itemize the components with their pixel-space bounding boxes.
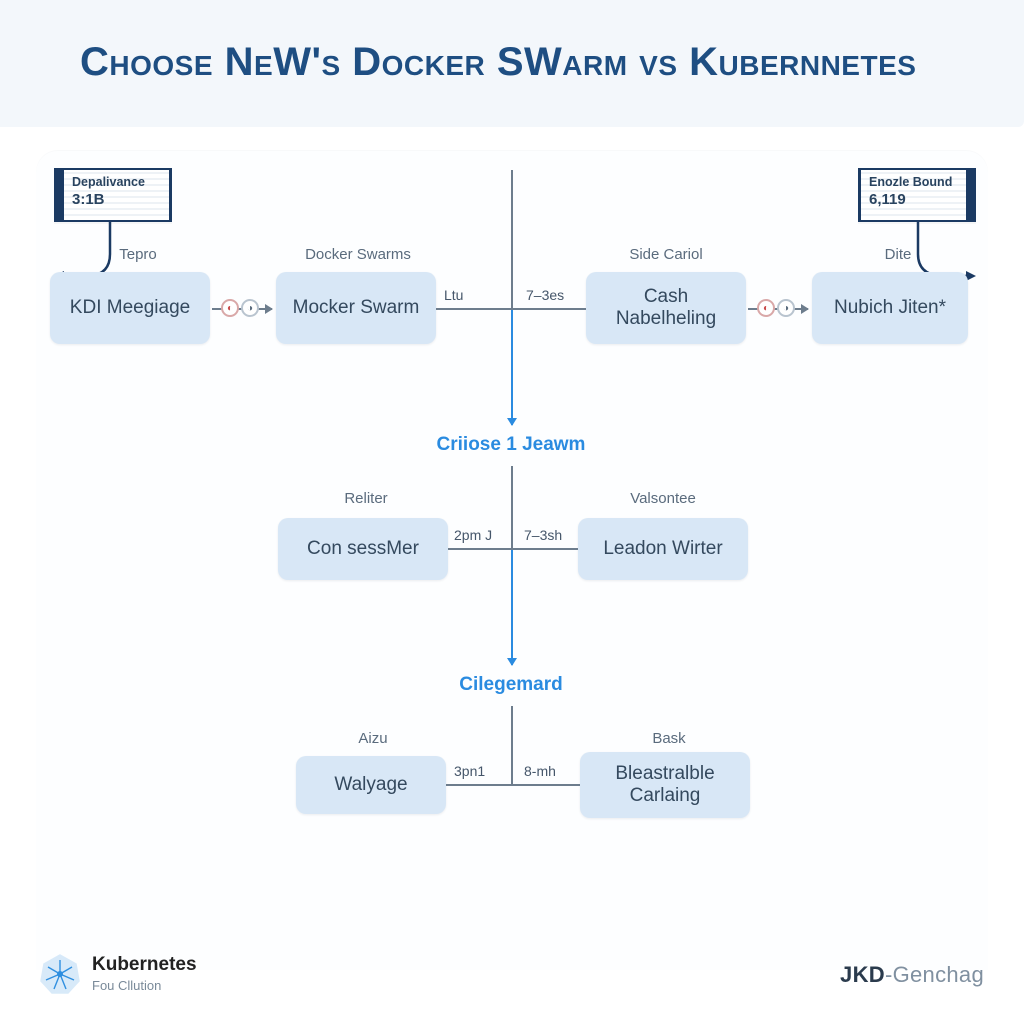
spine-arrow-1 — [511, 310, 513, 425]
spine-top — [511, 170, 513, 308]
caption-3-2: Bask — [584, 730, 754, 747]
icon-pair-right: ◐◑ — [756, 296, 796, 320]
edge-ltu: Ltu — [444, 287, 463, 303]
diagram-canvas: Depalivance 3:1B Enozle Bound 6,119 Tepr… — [0, 150, 1024, 930]
node-cash: Cash Nabelheling — [586, 272, 746, 344]
caption-1-1: Tepro — [78, 246, 198, 263]
footer-right-bold: JKD — [840, 962, 885, 987]
node-leadon: Leadon Wirter — [578, 518, 748, 580]
footer-brand-sub: Fou Cllution — [92, 978, 161, 993]
edge-73sh: 7–3sh — [524, 527, 562, 543]
row3-mid-line — [446, 784, 580, 786]
node-con-sessmer: Con sessMer — [278, 518, 448, 580]
section-2: Cilegemard — [411, 674, 611, 696]
title-band: Choose NeW's Docker SWarm vs Kubernnetes — [0, 0, 1024, 127]
section-1: Criiose 1 Jeawm — [411, 434, 611, 456]
node-mocker-swarm: Mocker Swarm — [276, 272, 436, 344]
footer-right-sep: - — [885, 962, 893, 987]
spine-arrow-2 — [511, 550, 513, 665]
page: Choose NeW's Docker SWarm vs Kubernnetes… — [0, 0, 1024, 1024]
footer-brand-name: Kubernetes — [92, 954, 197, 976]
edge-73es: 7–3es — [526, 287, 564, 303]
footer: Kubernetes Fou Cllution JKD-Genchag — [0, 948, 1024, 1008]
icon-pair-left: ◐◑ — [220, 296, 260, 320]
tag-left: Depalivance 3:1B — [54, 168, 172, 222]
caption-1-2: Docker Swarms — [268, 246, 448, 263]
edge-3pn1: 3pn1 — [454, 763, 485, 779]
tag-right-value: 6,119 — [869, 191, 958, 208]
caption-3-1: Aizu — [298, 730, 448, 747]
row2-mid-line — [448, 548, 578, 550]
caption-1-4: Dite — [838, 246, 958, 263]
spine-mid1 — [511, 466, 513, 548]
caption-2-2: Valsontee — [578, 490, 748, 507]
tag-right-label: Enozle Bound — [869, 175, 958, 189]
node-nubich: Nubich Jiten* — [812, 272, 968, 344]
node-kdi: KDI Meegiage — [50, 272, 210, 344]
spine-mid2 — [511, 706, 513, 784]
edge-2pmj: 2pm J — [454, 527, 492, 543]
tag-left-label: Depalivance — [72, 175, 161, 189]
tag-left-value: 3:1B — [72, 191, 161, 208]
page-title: Choose NeW's Docker SWarm vs Kubernnetes — [80, 40, 974, 85]
caption-1-3: Side Cariol — [576, 246, 756, 263]
footer-right-brand: JKD-Genchag — [840, 962, 984, 988]
caption-2-1: Reliter — [286, 490, 446, 507]
kubernetes-icon — [38, 952, 82, 996]
node-walyage: Walyage — [296, 756, 446, 814]
node-bleastralble: Bleastralble Carlaing — [580, 752, 750, 818]
footer-right-light: Genchag — [893, 962, 984, 987]
tag-right: Enozle Bound 6,119 — [858, 168, 976, 222]
edge-8mh: 8-mh — [524, 763, 556, 779]
